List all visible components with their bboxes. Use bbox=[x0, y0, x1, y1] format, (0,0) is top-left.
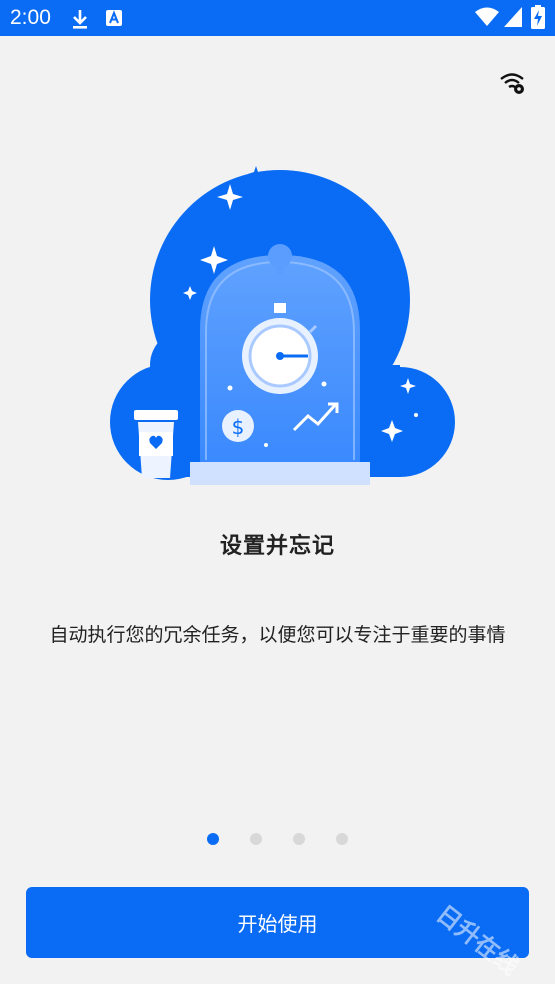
start-button-label: 开始使用 bbox=[237, 912, 318, 936]
page-dot-1[interactable] bbox=[207, 833, 219, 845]
status-time: 2:00 bbox=[10, 6, 51, 29]
onboarding-description: 自动执行您的冗余任务，以便您可以专注于重要的事情 bbox=[49, 624, 506, 646]
svg-text:$: $ bbox=[232, 415, 245, 439]
wifi-settings-icon[interactable] bbox=[499, 70, 527, 96]
battery-charging-icon bbox=[531, 5, 545, 29]
page-dot-2[interactable] bbox=[250, 833, 262, 845]
status-bar: 2:00 bbox=[0, 0, 555, 36]
a-letter-icon bbox=[106, 10, 122, 26]
page-indicator bbox=[0, 833, 555, 845]
page-dot-4[interactable] bbox=[336, 833, 348, 845]
onboarding-illustration: $ bbox=[110, 166, 455, 485]
signal-icon bbox=[504, 7, 522, 27]
wifi-icon bbox=[475, 7, 499, 26]
download-icon bbox=[73, 10, 87, 29]
onboarding-title: 设置并忘记 bbox=[219, 534, 335, 559]
page-dot-3[interactable] bbox=[293, 833, 305, 845]
